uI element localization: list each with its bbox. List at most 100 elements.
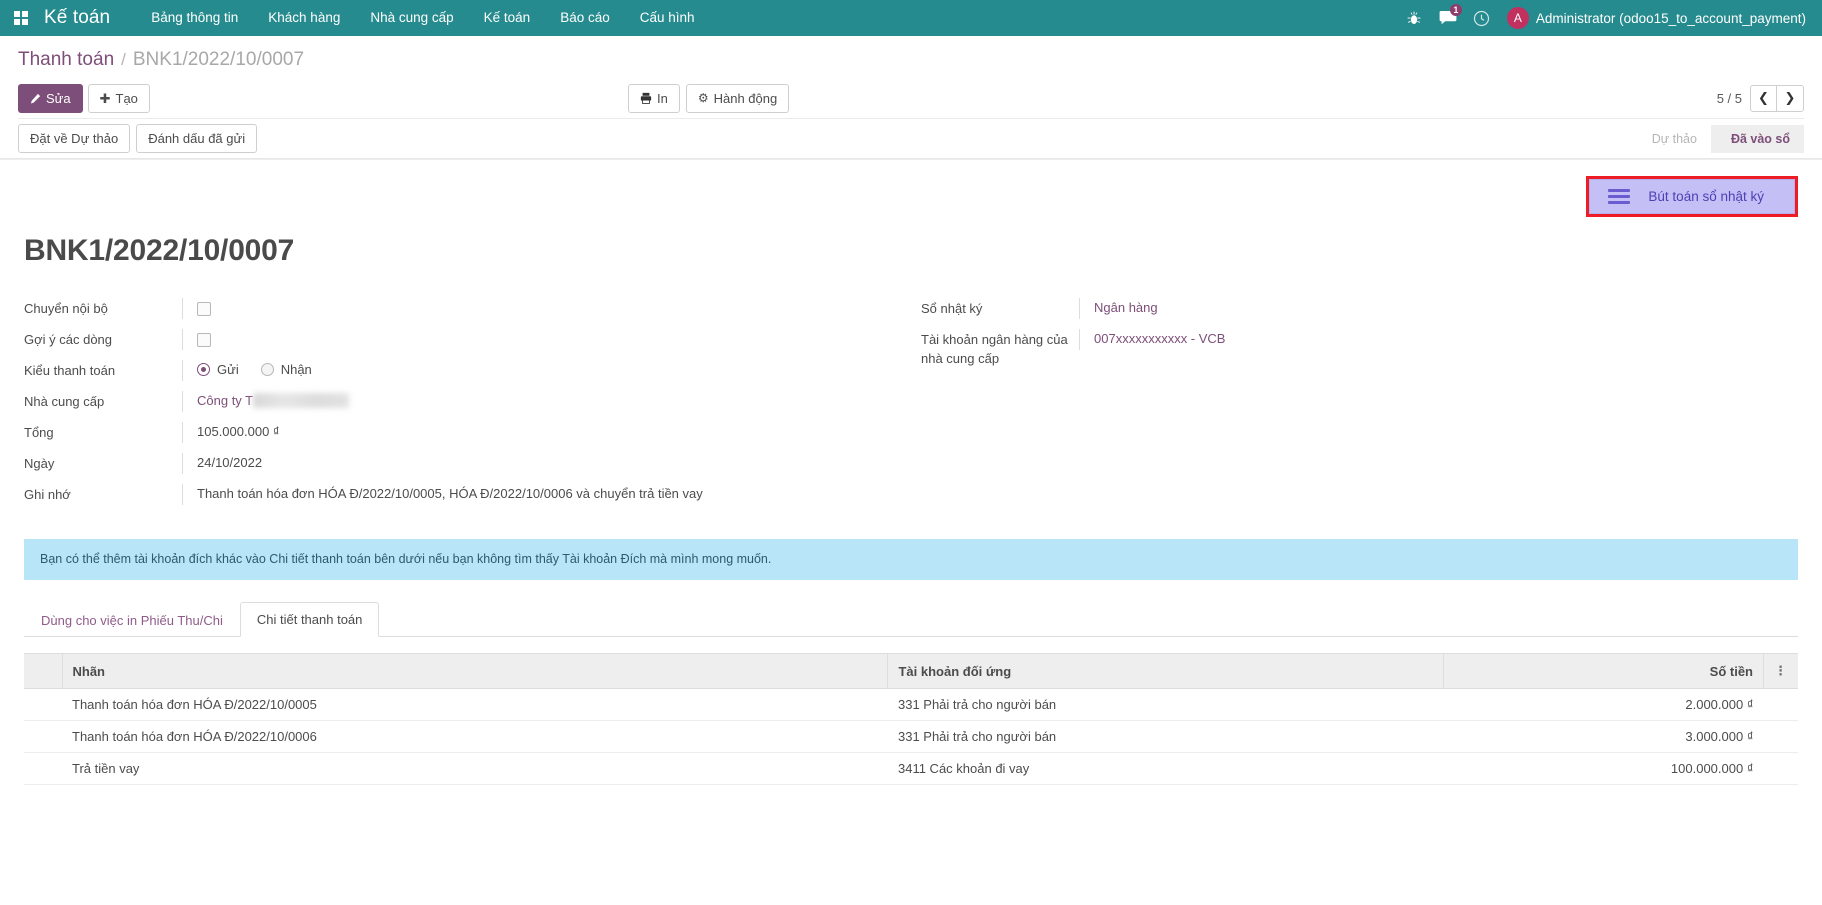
field-value-date: 24/10/2022 — [182, 453, 871, 474]
control-panel: Thanh toán / BNK1/2022/10/0007 Sửa ✚ Tạo — [0, 36, 1822, 159]
tab-print-receipt[interactable]: Dùng cho việc in Phiếu Thu/Chi — [24, 603, 240, 637]
payment-type-send-label: Gửi — [217, 360, 239, 379]
tab-payment-details[interactable]: Chi tiết thanh toán — [240, 602, 380, 637]
field-label-payment-type: Kiểu thanh toán — [24, 360, 182, 380]
field-label-journal: Sổ nhật ký — [921, 298, 1079, 318]
field-value-partner-bank-account[interactable]: 007xxxxxxxxxxx - VCB — [1079, 329, 1758, 350]
column-header-account[interactable]: Tài khoản đối ứng — [888, 654, 1444, 689]
journal-entry-stat-label: Bút toán sổ nhật ký — [1648, 189, 1764, 204]
notebook-tabs: Dùng cho việc in Phiếu Thu/Chi Chi tiết … — [24, 602, 1798, 637]
bug-icon[interactable] — [1397, 0, 1431, 36]
avatar[interactable]: A — [1507, 7, 1529, 29]
menu-item-reporting[interactable]: Báo cáo — [545, 0, 625, 36]
row-handle[interactable] — [24, 689, 62, 721]
field-payment-type: Kiểu thanh toán Gửi Nhận — [24, 356, 871, 387]
cell-account: 331 Phải trả cho người bán — [888, 689, 1444, 721]
form-column-left: Chuyển nội bộ Gợi ý các dòng Kiểu thanh … — [24, 294, 911, 511]
messages-icon[interactable]: 1 — [1431, 0, 1465, 36]
menu-item-customers[interactable]: Khách hàng — [253, 0, 355, 36]
field-label-memo: Ghi nhớ — [24, 484, 182, 504]
form-columns: Chuyển nội bộ Gợi ý các dòng Kiểu thanh … — [24, 294, 1798, 511]
field-journal: Sổ nhật ký Ngân hàng — [921, 294, 1758, 325]
field-amount-total: Tổng 105.000.000 ₫ — [24, 418, 871, 449]
vendor-name-redacted — [253, 393, 349, 408]
cell-account: 331 Phải trả cho người bán — [888, 721, 1444, 753]
mark-as-sent-button[interactable]: Đánh dấu đã gửi — [136, 124, 257, 153]
pencil-icon — [30, 93, 41, 104]
edit-button[interactable]: Sửa — [18, 84, 83, 113]
cell-amount: 100.000.000 ₫ — [1444, 753, 1764, 785]
field-memo: Ghi nhớ Thanh toán hóa đơn HÓA Đ/2022/10… — [24, 480, 871, 511]
field-value-vendor[interactable]: Công ty T — [182, 391, 871, 412]
form-sheet: Bút toán sổ nhật ký BNK1/2022/10/0007 Ch… — [0, 159, 1822, 905]
field-label-amount-total: Tổng — [24, 422, 182, 442]
radio-send-icon — [197, 363, 210, 376]
field-label-suggest-lines: Gợi ý các dòng — [24, 329, 182, 349]
column-header-amount[interactable]: Số tiền — [1444, 654, 1764, 689]
messages-badge: 1 — [1450, 4, 1462, 16]
set-to-draft-button[interactable]: Đặt về Dự thảo — [18, 124, 130, 153]
field-label-vendor: Nhà cung cấp — [24, 391, 182, 411]
field-value-memo: Thanh toán hóa đơn HÓA Đ/2022/10/0005, H… — [182, 484, 871, 505]
breadcrumb-root[interactable]: Thanh toán — [18, 49, 114, 71]
internal-transfer-checkbox[interactable] — [197, 302, 211, 316]
user-menu-label[interactable]: Administrator (odoo15_to_account_payment… — [1536, 11, 1810, 26]
cell-label: Thanh toán hóa đơn HÓA Đ/2022/10/0005 — [62, 689, 888, 721]
chevron-left-icon[interactable]: ❮ — [1750, 85, 1777, 112]
payment-type-receive-label: Nhận — [281, 360, 312, 379]
column-header-label[interactable]: Nhãn — [62, 654, 888, 689]
clock-icon[interactable] — [1465, 0, 1499, 36]
column-header-handle — [24, 654, 62, 689]
field-vendor: Nhà cung cấp Công ty T — [24, 387, 871, 418]
table-row[interactable]: Thanh toán hóa đơn HÓA Đ/2022/10/0006 33… — [24, 721, 1798, 753]
cell-label: Thanh toán hóa đơn HÓA Đ/2022/10/0006 — [62, 721, 888, 753]
payment-type-option-send[interactable]: Gửi — [197, 360, 239, 379]
breadcrumb-current: BNK1/2022/10/0007 — [133, 49, 304, 71]
info-alert: Bạn có thể thêm tài khoản đích khác vào … — [24, 539, 1798, 580]
suggest-lines-checkbox[interactable] — [197, 333, 211, 347]
table-header-row: Nhãn Tài khoản đối ứng Số tiền ⋮ — [24, 654, 1798, 689]
create-button[interactable]: ✚ Tạo — [88, 84, 150, 113]
table-row[interactable]: Trả tiền vay 3411 Các khoản đi vay 100.0… — [24, 753, 1798, 785]
cell-account: 3411 Các khoản đi vay — [888, 753, 1444, 785]
apps-grid-icon[interactable] — [8, 0, 34, 36]
menu-item-dashboard[interactable]: Bảng thông tin — [136, 0, 253, 36]
table-body: Thanh toán hóa đơn HÓA Đ/2022/10/0005 33… — [24, 689, 1798, 785]
sheet-background: Bút toán sổ nhật ký BNK1/2022/10/0007 Ch… — [0, 159, 1822, 905]
print-button[interactable]: In — [628, 84, 680, 113]
brand-title[interactable]: Kế toán — [44, 7, 110, 29]
row-handle[interactable] — [24, 721, 62, 753]
cell-amount: 2.000.000 ₫ — [1444, 689, 1764, 721]
create-button-label: Tạo — [116, 90, 138, 107]
breadcrumb-separator: / — [121, 50, 126, 70]
action-buttons-row: Sửa ✚ Tạo In ⚙ Hành động 5 / 5 — [18, 78, 1804, 118]
table-row[interactable]: Thanh toán hóa đơn HÓA Đ/2022/10/0005 33… — [24, 689, 1798, 721]
status-pills: Dự thảo Đã vào sổ — [1632, 125, 1804, 153]
stat-button-box: Bút toán sổ nhật ký — [24, 176, 1798, 220]
action-button[interactable]: ⚙ Hành động — [686, 84, 789, 113]
breadcrumb: Thanh toán / BNK1/2022/10/0007 — [18, 36, 1804, 78]
main-menu: Bảng thông tin Khách hàng Nhà cung cấp K… — [136, 0, 709, 36]
top-navbar: Kế toán Bảng thông tin Khách hàng Nhà cu… — [0, 0, 1822, 36]
payment-type-option-receive[interactable]: Nhận — [261, 360, 312, 379]
menu-item-configuration[interactable]: Cấu hình — [625, 0, 710, 36]
chevron-right-icon[interactable]: ❯ — [1777, 85, 1804, 112]
field-value-internal-transfer — [182, 298, 871, 319]
vendor-name-text: Công ty T — [197, 393, 253, 408]
form-column-right: Sổ nhật ký Ngân hàng Tài khoản ngân hàng… — [911, 294, 1798, 511]
field-label-date: Ngày — [24, 453, 182, 473]
row-handle[interactable] — [24, 753, 62, 785]
field-value-payment-type: Gửi Nhận — [182, 360, 871, 381]
cell-spacer — [1764, 753, 1799, 785]
status-pill-posted[interactable]: Đã vào sổ — [1711, 125, 1804, 153]
menu-item-vendors[interactable]: Nhà cung cấp — [355, 0, 468, 36]
menu-item-accounting[interactable]: Kế toán — [469, 0, 546, 36]
journal-entry-stat-button[interactable]: Bút toán sổ nhật ký — [1589, 179, 1795, 214]
field-value-journal[interactable]: Ngân hàng — [1079, 298, 1758, 319]
list-lines-icon — [1608, 189, 1630, 204]
pager: 5 / 5 ❮ ❯ — [1717, 85, 1804, 112]
highlight-rectangle: Bút toán sổ nhật ký — [1586, 176, 1798, 217]
field-label-partner-bank-account: Tài khoản ngân hàng của nhà cung cấp — [921, 329, 1079, 368]
cell-spacer — [1764, 721, 1799, 753]
column-options-icon[interactable]: ⋮ — [1764, 654, 1799, 689]
